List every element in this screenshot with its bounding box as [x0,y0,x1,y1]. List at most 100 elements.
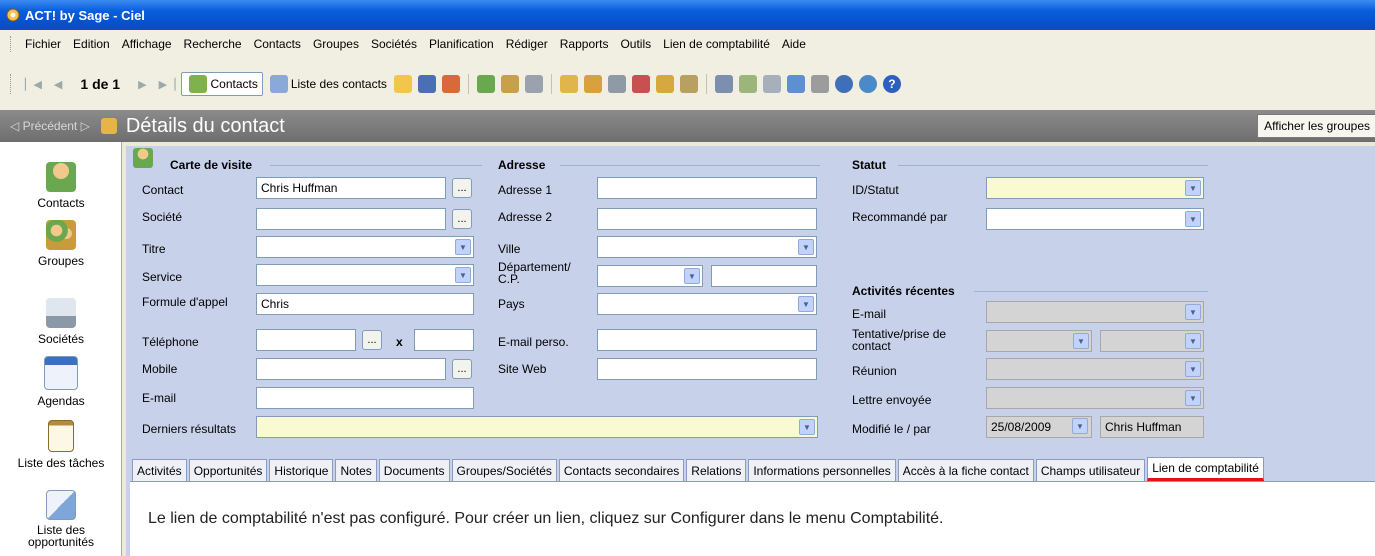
mobile-format-button[interactable]: ... [452,359,472,379]
phone-field[interactable] [256,329,356,351]
chevron-down-icon[interactable]: ▼ [1185,180,1201,196]
tab-groupes-societes[interactable]: Groupes/Sociétés [451,459,557,481]
previous-button[interactable]: ◁ Précédent ▷ [10,119,90,133]
schedule-icon[interactable] [559,75,578,93]
lookup-icon[interactable] [441,75,460,93]
address1-field[interactable] [597,177,817,199]
letter-icon[interactable] [810,75,829,93]
new-group-icon[interactable] [476,75,495,93]
menu-item-aide[interactable]: Aide [776,37,812,51]
chevron-down-icon[interactable]: ▼ [1072,418,1088,434]
tab-acces-fiche-contact[interactable]: Accès à la fiche contact [897,459,1034,481]
chevron-down-icon[interactable]: ▼ [455,239,471,255]
menu-item-planification[interactable]: Planification [423,37,500,51]
last-record-icon[interactable]: ▶▕ [159,78,176,91]
contact-list-button[interactable]: Liste des contacts [263,72,391,96]
chevron-down-icon[interactable]: ▼ [1185,333,1201,349]
chevron-down-icon[interactable]: ▼ [1185,304,1201,320]
sidebar-item-agendas[interactable]: Agendas [0,356,122,408]
menu-item-outils[interactable]: Outils [614,37,657,51]
title-dropdown[interactable]: ▼ [256,236,474,258]
chevron-down-icon[interactable]: ▼ [798,239,814,255]
email-icon[interactable] [786,75,805,93]
tab-lien-comptabilite[interactable]: Lien de comptabilité [1147,457,1264,481]
sidebar-item-liste-taches[interactable]: Liste des tâches [0,420,122,470]
address2-field[interactable] [597,208,817,230]
first-record-icon[interactable]: ▏◀ [25,78,42,91]
tab-opportunites[interactable]: Opportunités [188,459,268,481]
tab-activites[interactable]: Activités [132,459,187,481]
id-status-dropdown[interactable]: ▼ [986,177,1204,199]
contact-field[interactable]: Chris Huffman [256,177,446,199]
tab-historique[interactable]: Historique [269,459,334,481]
sidebar-item-groupes[interactable]: Groupes [0,220,122,268]
meeting-icon[interactable] [631,75,650,93]
sync-icon[interactable] [858,75,877,93]
chevron-down-icon[interactable]: ▼ [1185,211,1201,227]
help-icon[interactable]: ? [882,75,901,93]
contact-lookup-button[interactable]: ... [452,178,472,198]
company-icon[interactable] [524,75,543,93]
menu-item-groupes[interactable]: Groupes [307,37,365,51]
city-dropdown[interactable]: ▼ [597,236,817,258]
call-icon[interactable] [583,75,602,93]
call-made-dropdown[interactable]: ▼ [1100,330,1204,352]
meeting-dropdown[interactable]: ▼ [986,358,1204,380]
zip-code-field[interactable] [711,265,817,287]
save-icon[interactable] [417,75,436,93]
company-field[interactable] [256,208,446,230]
todo-icon[interactable] [655,75,674,93]
chevron-down-icon[interactable]: ▼ [1185,361,1201,377]
tab-champs-utilisateur[interactable]: Champs utilisateur [1035,459,1146,481]
menu-item-rediger[interactable]: Rédiger [500,37,554,51]
referred-by-dropdown[interactable]: ▼ [986,208,1204,230]
menu-grip[interactable] [10,36,13,52]
note-icon[interactable] [714,75,733,93]
chevron-down-icon[interactable]: ▼ [798,296,814,312]
menu-item-edition[interactable]: Edition [67,37,116,51]
previous-record-icon[interactable]: ◀ [54,78,62,91]
phone-extension-field[interactable] [414,329,474,351]
show-groups-button[interactable]: Afficher les groupes [1257,114,1375,138]
menu-item-recherche[interactable]: Recherche [178,37,248,51]
group-icon[interactable] [500,75,519,93]
chevron-down-icon[interactable]: ▼ [799,419,815,435]
recent-email-dropdown[interactable]: ▼ [986,301,1204,323]
tab-relations[interactable]: Relations [686,459,747,481]
sidebar-item-liste-opportunites[interactable]: Liste des opportunités [0,490,122,548]
sidebar-item-societes[interactable]: Sociétés [0,298,122,346]
tab-documents[interactable]: Documents [378,459,450,481]
last-results-dropdown[interactable]: ▼ [256,416,818,438]
attach-icon[interactable] [762,75,781,93]
chevron-down-icon[interactable]: ▼ [455,267,471,283]
department-dropdown[interactable]: ▼ [256,264,474,286]
report-icon[interactable] [679,75,698,93]
salutation-field[interactable]: Chris [256,293,474,315]
mobile-field[interactable] [256,358,446,380]
letter-sent-dropdown[interactable]: ▼ [986,387,1204,409]
tab-notes[interactable]: Notes [335,459,377,481]
state-dropdown[interactable]: ▼ [597,265,703,287]
menu-item-societes[interactable]: Sociétés [365,37,423,51]
chevron-down-icon[interactable]: ▼ [1185,390,1201,406]
web-icon[interactable] [834,75,853,93]
history-icon[interactable] [738,75,757,93]
menu-item-fichier[interactable]: Fichier [19,37,67,51]
tab-informations-personnelles[interactable]: Informations personnelles [748,459,896,481]
menu-item-contacts[interactable]: Contacts [248,37,307,51]
phone-format-button[interactable]: ... [362,330,382,350]
email-field[interactable] [256,387,474,409]
country-dropdown[interactable]: ▼ [597,293,817,315]
toolbar-grip[interactable] [10,74,13,94]
personal-email-field[interactable] [597,329,817,351]
tab-contacts-secondaires[interactable]: Contacts secondaires [558,459,685,481]
contacts-view-button[interactable]: Contacts [181,72,263,96]
next-record-icon[interactable]: ▶ [138,78,146,91]
website-field[interactable] [597,358,817,380]
calendar-icon[interactable] [607,75,626,93]
chevron-down-icon[interactable]: ▼ [684,268,700,284]
call-attempt-dropdown[interactable]: ▼ [986,330,1092,352]
new-contact-icon[interactable] [393,75,412,93]
company-lookup-button[interactable]: ... [452,209,472,229]
chevron-down-icon[interactable]: ▼ [1073,333,1089,349]
